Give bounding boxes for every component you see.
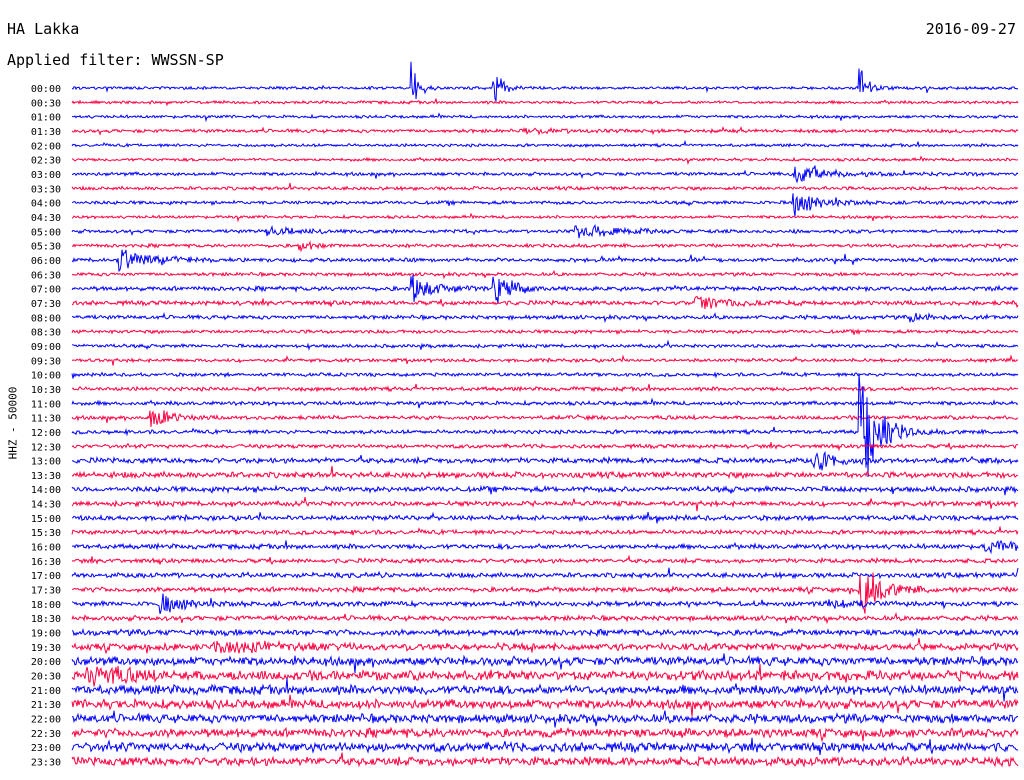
row-time-label: 21:00 xyxy=(31,686,61,697)
row-time-label: 17:30 xyxy=(31,586,61,597)
row-time-label: 19:00 xyxy=(31,629,61,640)
seismic-trace-row xyxy=(71,98,1019,107)
row-time-label: 01:30 xyxy=(31,127,61,138)
row-time-label: 03:30 xyxy=(31,184,61,195)
row-time-label: 08:30 xyxy=(31,328,61,339)
row-time-label: 15:00 xyxy=(31,514,61,525)
row-time-label: 07:00 xyxy=(31,285,61,296)
row-time-label: 03:00 xyxy=(31,170,61,181)
seismic-trace-row xyxy=(71,193,1019,217)
row-time-label: 23:00 xyxy=(31,743,61,754)
seismic-trace-row xyxy=(71,383,1019,393)
seismic-trace-row xyxy=(71,139,1019,149)
row-time-label: 08:00 xyxy=(31,313,61,324)
seismic-trace-row xyxy=(71,612,1019,625)
seismic-trace-row xyxy=(71,240,1019,253)
seismic-trace-row xyxy=(71,339,1019,351)
row-time-label: 13:30 xyxy=(31,471,61,482)
row-time-label: 01:00 xyxy=(31,113,61,124)
seismic-trace-row xyxy=(71,526,1019,537)
seismic-trace-row xyxy=(71,694,1019,717)
row-time-label: 09:00 xyxy=(31,342,61,353)
seismic-trace-row xyxy=(71,311,1019,323)
seismic-trace-row xyxy=(71,328,1019,336)
row-time-label: 22:00 xyxy=(31,715,61,726)
row-time-label: 00:30 xyxy=(31,98,61,109)
row-time-label: 19:30 xyxy=(31,643,61,654)
seismic-trace-row xyxy=(71,295,1019,310)
row-time-label: 21:30 xyxy=(31,700,61,711)
seismic-trace-row xyxy=(71,274,1019,304)
seismic-trace-row xyxy=(71,663,1019,687)
seismic-traces xyxy=(71,61,1019,768)
seismic-trace-row xyxy=(71,627,1019,638)
row-time-label: 05:00 xyxy=(31,227,61,238)
row-time-label: 12:30 xyxy=(31,442,61,453)
row-time-label: 17:00 xyxy=(31,571,61,582)
helicorder-plot: 00:00 00:30 01:00 01:30 02:00 02:30 03:00 03:30… xyxy=(31,61,1019,769)
seismic-trace-row xyxy=(71,269,1019,280)
row-time-label: 04:00 xyxy=(31,199,61,210)
seismic-trace-row xyxy=(71,155,1019,166)
seismic-trace-row xyxy=(71,653,1019,674)
row-time-label: 13:00 xyxy=(31,457,61,468)
row-time-label: 18:30 xyxy=(31,614,61,625)
seismic-trace-row xyxy=(71,710,1019,728)
row-time-label: 18:00 xyxy=(31,600,61,611)
row-time-label: 02:00 xyxy=(31,141,61,152)
seismic-trace-row xyxy=(71,223,1019,239)
row-labels: 00:00 00:30 01:00 01:30 02:00 02:30 03:00 03:30… xyxy=(31,84,61,769)
row-time-label: 00:00 xyxy=(31,84,61,95)
seismic-trace-row xyxy=(71,496,1019,512)
row-time-label: 22:30 xyxy=(31,729,61,740)
seismic-trace-row xyxy=(71,678,1019,702)
row-time-label: 06:00 xyxy=(31,256,61,267)
row-time-label: 07:30 xyxy=(31,299,61,310)
seismic-trace-row xyxy=(71,165,1019,184)
seismic-trace-row xyxy=(71,450,1019,471)
seismic-trace-row xyxy=(71,354,1019,366)
row-time-label: 04:30 xyxy=(31,213,61,224)
row-time-label: 10:00 xyxy=(31,371,61,382)
row-time-label: 16:00 xyxy=(31,543,61,554)
row-time-label: 10:30 xyxy=(31,385,61,396)
row-time-label: 11:00 xyxy=(31,399,61,410)
seismic-trace-row xyxy=(71,484,1019,496)
seismic-trace-row xyxy=(71,112,1019,123)
row-time-label: 09:30 xyxy=(31,356,61,367)
row-time-label: 20:30 xyxy=(31,672,61,683)
row-time-label: 23:30 xyxy=(31,758,61,769)
row-time-label: 02:30 xyxy=(31,156,61,167)
row-time-label: 11:30 xyxy=(31,414,61,425)
seismic-trace-row xyxy=(71,572,1019,614)
seismic-trace-row xyxy=(71,593,1019,615)
seismic-trace-row xyxy=(71,249,1019,273)
seismic-trace-row xyxy=(71,726,1019,743)
seismic-trace-row xyxy=(71,567,1019,580)
row-time-label: 15:30 xyxy=(31,528,61,539)
seismic-trace-row xyxy=(71,737,1019,755)
seismic-trace-row xyxy=(71,126,1019,136)
row-time-label: 16:30 xyxy=(31,557,61,568)
row-time-label: 14:00 xyxy=(31,485,61,496)
seismic-trace-row xyxy=(71,539,1019,555)
seismic-trace-row xyxy=(71,397,1019,409)
seismic-trace-row xyxy=(71,212,1019,223)
seismic-trace-row xyxy=(71,410,1019,427)
seismic-trace-row xyxy=(71,182,1019,192)
row-time-label: 05:30 xyxy=(31,242,61,253)
row-time-label: 06:30 xyxy=(31,270,61,281)
row-time-label: 20:00 xyxy=(31,657,61,668)
seismic-trace-row xyxy=(71,442,1019,452)
row-time-label: 14:30 xyxy=(31,500,61,511)
seismic-trace-row xyxy=(71,554,1019,566)
row-time-label: 12:00 xyxy=(31,428,61,439)
seismic-trace-row xyxy=(71,61,1019,103)
seismic-trace-row xyxy=(71,511,1019,524)
seismic-trace-row xyxy=(71,465,1019,480)
seismic-trace-row xyxy=(71,370,1019,379)
seismic-trace-row xyxy=(71,752,1019,768)
seismic-trace-row xyxy=(71,638,1019,655)
